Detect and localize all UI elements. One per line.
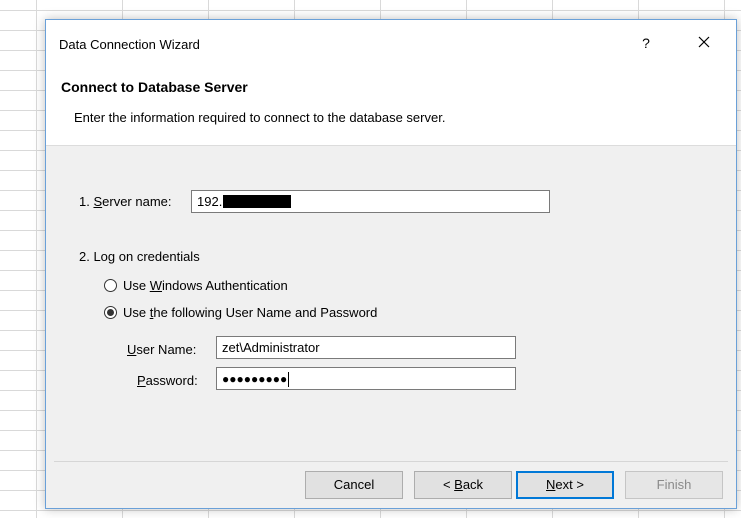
- cancel-button[interactable]: Cancel: [305, 471, 403, 499]
- wizard-header: Connect to Database Server Enter the inf…: [46, 66, 736, 146]
- redacted-block: [223, 195, 292, 209]
- radio-button-unchecked[interactable]: [104, 279, 117, 292]
- text-caret: [288, 372, 290, 388]
- next-button[interactable]: Next >: [516, 471, 614, 499]
- finish-button[interactable]: Finish: [625, 471, 723, 499]
- radio-windows-authentication[interactable]: Use Windows Authentication: [104, 278, 288, 293]
- windows-auth-label: Use Windows Authentication: [123, 278, 288, 293]
- close-icon: [698, 36, 710, 48]
- server-name-label: 1. Server name:: [79, 194, 172, 209]
- window-title: Data Connection Wizard: [59, 37, 200, 52]
- user-name-label: User Name:: [127, 342, 197, 357]
- log-on-credentials-label: 2. Log on credentials: [79, 249, 200, 264]
- radio-username-password[interactable]: Use the following User Name and Password: [104, 305, 377, 320]
- page-description: Enter the information required to connec…: [74, 110, 446, 125]
- server-name-value: 192.: [197, 194, 223, 209]
- data-connection-wizard-dialog: Data Connection Wizard ? Connect to Data…: [45, 19, 737, 509]
- radio-button-checked[interactable]: [104, 306, 117, 319]
- password-label: Password:: [137, 373, 198, 388]
- username-password-label: Use the following User Name and Password: [123, 305, 378, 320]
- password-mask: ●●●●●●●●●: [222, 372, 288, 386]
- back-button[interactable]: < Back: [414, 471, 512, 499]
- title-bar: Data Connection Wizard ?: [46, 20, 736, 66]
- help-button[interactable]: ?: [638, 35, 654, 51]
- page-title: Connect to Database Server: [61, 79, 248, 95]
- server-name-input[interactable]: 192.: [191, 190, 550, 213]
- user-name-input[interactable]: zet\Administrator: [216, 336, 516, 359]
- password-input[interactable]: ●●●●●●●●●: [216, 367, 516, 390]
- close-button[interactable]: [692, 30, 716, 54]
- footer-divider: [54, 461, 728, 462]
